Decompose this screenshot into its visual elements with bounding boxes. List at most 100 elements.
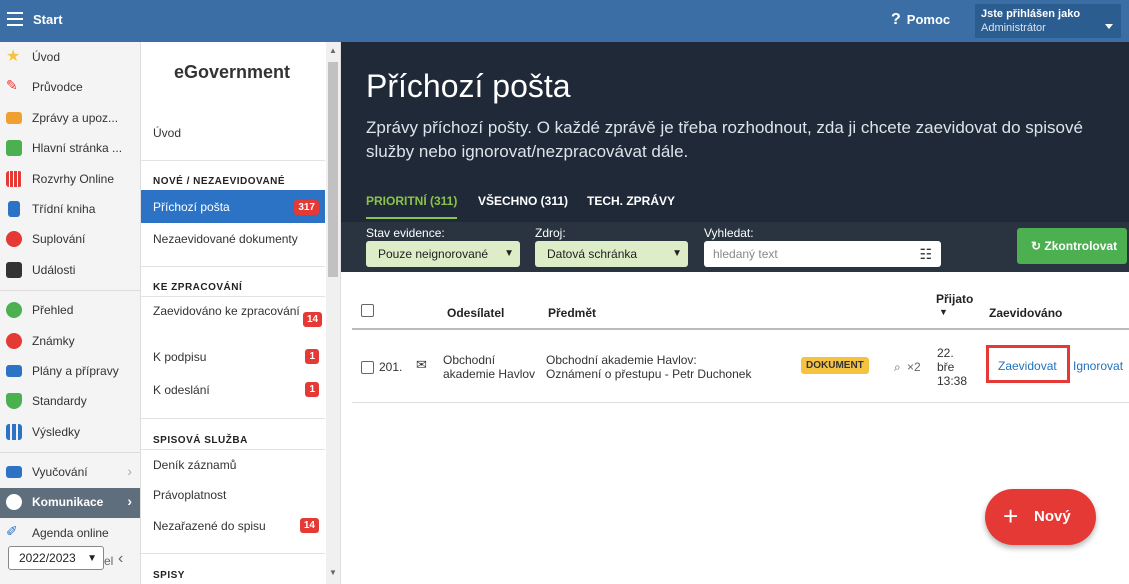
scroll-up-icon[interactable]: ▲	[329, 46, 337, 55]
nav-item-znamky[interactable]: Známky	[0, 327, 140, 355]
nav-item-prehled[interactable]: Přehled	[0, 296, 140, 324]
column-header-registered[interactable]: Zaevidováno	[989, 306, 1062, 320]
filter-bar: Stav evidence: Pouze neignorované ▼ Zdro…	[341, 222, 1129, 272]
tab-vsechno[interactable]: VŠECHNO (311)	[478, 194, 568, 217]
divider	[141, 266, 325, 267]
nav-label: Přehled	[32, 303, 74, 317]
book-icon	[8, 201, 20, 217]
open-book-icon	[6, 466, 22, 478]
page-description: Zprávy příchozí pošty. O každé zprávě je…	[366, 118, 1083, 161]
nav-label: Úvod	[32, 50, 61, 64]
collapse-sidebar-icon[interactable]: ‹	[118, 550, 123, 568]
hamburger-menu-icon[interactable]	[7, 12, 23, 26]
search-placeholder: hledaný text	[713, 247, 778, 261]
column-header-subject[interactable]: Předmět	[548, 306, 596, 320]
row-date-line3: 13:38	[937, 374, 968, 388]
divider	[141, 553, 325, 554]
nav-item-zpravy[interactable]: Zprávy a upoz...	[0, 104, 140, 132]
status-filter-value: Pouze neignorované	[378, 247, 489, 261]
scrollbar-thumb[interactable]	[328, 62, 338, 277]
nav-item-plany[interactable]: Plány a přípravy	[0, 357, 140, 385]
attachment-count: ×2	[907, 360, 921, 374]
sort-desc-icon[interactable]: ▼	[939, 307, 948, 317]
nav-item-suplovani[interactable]: Suplování	[0, 225, 140, 253]
column-header-received[interactable]: Přijato	[936, 292, 973, 306]
user-status: Jste přihlášen jako	[981, 8, 1081, 20]
select-all-checkbox[interactable]	[361, 304, 374, 317]
nav-item-uvod[interactable]: ★ Úvod	[0, 43, 140, 71]
subnav-scrollbar[interactable]: ▲ ▼	[326, 42, 340, 584]
divider	[141, 160, 325, 161]
chevron-down-icon: ▼	[672, 248, 682, 259]
envelope-icon: ✉	[416, 357, 427, 372]
year-select[interactable]: 2022/2023 ▼	[8, 546, 104, 570]
status-filter-select[interactable]: Pouze neignorované ▼	[366, 241, 520, 267]
count-badge: 1	[305, 382, 319, 397]
row-date-line1: 22.	[937, 346, 954, 360]
nav-item-standardy[interactable]: Standardy	[0, 387, 140, 415]
year-value: 2022/2023	[19, 551, 76, 565]
nav-item-vysledky[interactable]: Výsledky	[0, 418, 140, 446]
item-label: K podpisu	[153, 350, 207, 364]
section-heading: SPISY	[153, 570, 185, 581]
source-filter-select[interactable]: Datová schránka ▼	[535, 241, 688, 267]
home-icon	[6, 140, 22, 156]
person-icon	[6, 231, 22, 247]
row-subject-line2[interactable]: Oznámení o přestupu - Petr Duchonek	[546, 367, 751, 381]
year-tail: el	[104, 554, 114, 568]
user-menu[interactable]: Jste přihlášen jako Administrátor	[975, 4, 1121, 38]
star-icon: ★	[6, 48, 21, 65]
nav-item-rozvrhy[interactable]: Rozvrhy Online	[0, 165, 140, 193]
page-header: Příchozí pošta Zprávy příchozí pošty. O …	[341, 42, 1129, 272]
register-link[interactable]: Zaevidovat	[998, 359, 1057, 373]
check-button[interactable]: ↻ Zkontrolovat	[1017, 228, 1127, 264]
subnav-item-uvod[interactable]: Úvod	[141, 126, 325, 140]
paperclip-icon: ⌕	[894, 360, 901, 374]
nav-item-hlavni-stranka[interactable]: Hlavní stránka ...	[0, 134, 140, 162]
help-button[interactable]: ? Pomoc	[891, 11, 950, 29]
scroll-down-icon[interactable]: ▼	[329, 568, 337, 577]
row-subject-line1[interactable]: Obchodní akademie Havlov:	[546, 353, 697, 367]
subnav-item-k-podpisu[interactable]: K podpisu 1	[141, 349, 325, 364]
nav-item-agenda[interactable]: ✐ Agenda online	[0, 519, 140, 547]
subnav-item-prichozi-posta[interactable]: Příchozí pošta 317	[141, 190, 325, 223]
tab-prioritni[interactable]: PRIORITNÍ (311)	[366, 194, 458, 219]
nav-item-komunikace[interactable]: Komunikace ›	[0, 488, 140, 518]
nav-label: Události	[32, 263, 76, 277]
search-label: Vyhledat:	[704, 226, 754, 240]
item-label: K odeslání	[153, 383, 210, 397]
subnav-item-denik[interactable]: Deník záznamů	[141, 458, 325, 472]
nav-label: Výsledky	[32, 425, 81, 439]
subnav-item-k-odeslani[interactable]: K odeslání 1	[141, 382, 325, 397]
nav-item-tridni-kniha[interactable]: Třídní kniha	[0, 195, 140, 223]
shield-icon	[6, 393, 22, 409]
count-badge: 14	[303, 312, 323, 327]
calendar-icon	[6, 262, 22, 278]
subnav-item-nezaevidovane[interactable]: Nezaevidované dokumenty	[141, 232, 325, 246]
search-input[interactable]: hledaný text ☷	[704, 241, 941, 267]
subnav-item-zaevidovano[interactable]: Zaevidováno ke zpracování	[141, 304, 301, 319]
ignore-link[interactable]: Ignorovat	[1073, 359, 1123, 373]
status-filter-label: Stav evidence:	[366, 226, 445, 240]
new-message-button[interactable]: + Nový	[985, 489, 1096, 545]
count-badge: 14	[299, 518, 319, 533]
page-title: Příchozí pošta	[366, 68, 571, 104]
subnav-item-nezarazene[interactable]: Nezařazené do spisu 14	[141, 518, 325, 533]
row-checkbox[interactable]	[361, 361, 374, 374]
tab-tech-zpravy[interactable]: TECH. ZPRÁVY	[587, 194, 675, 217]
nav-item-vyucovani[interactable]: Vyučování ›	[0, 458, 140, 486]
briefcase-icon	[6, 365, 22, 377]
column-header-sender[interactable]: Odesílatel	[447, 306, 504, 320]
nav-item-pruvodce[interactable]: ✎ Průvodce	[0, 73, 140, 101]
left-navigation: ★ Úvod ✎ Průvodce Zprávy a upoz... Hlavn…	[0, 42, 141, 584]
nav-label: Plány a přípravy	[32, 364, 119, 378]
section-heading: SPISOVÁ SLUŽBA	[153, 435, 248, 446]
section-heading: KE ZPRACOVÁNÍ	[153, 282, 243, 293]
subnav-item-pravoplatnost[interactable]: Právoplatnost	[141, 488, 325, 502]
bar-chart-icon	[6, 424, 22, 440]
start-link[interactable]: Start	[33, 12, 63, 27]
filter-settings-icon[interactable]: ☷	[919, 246, 932, 263]
user-role: Administrátor	[981, 22, 1046, 34]
nav-item-udalosti[interactable]: Události	[0, 256, 140, 284]
refresh-icon: ↻	[1031, 239, 1042, 253]
